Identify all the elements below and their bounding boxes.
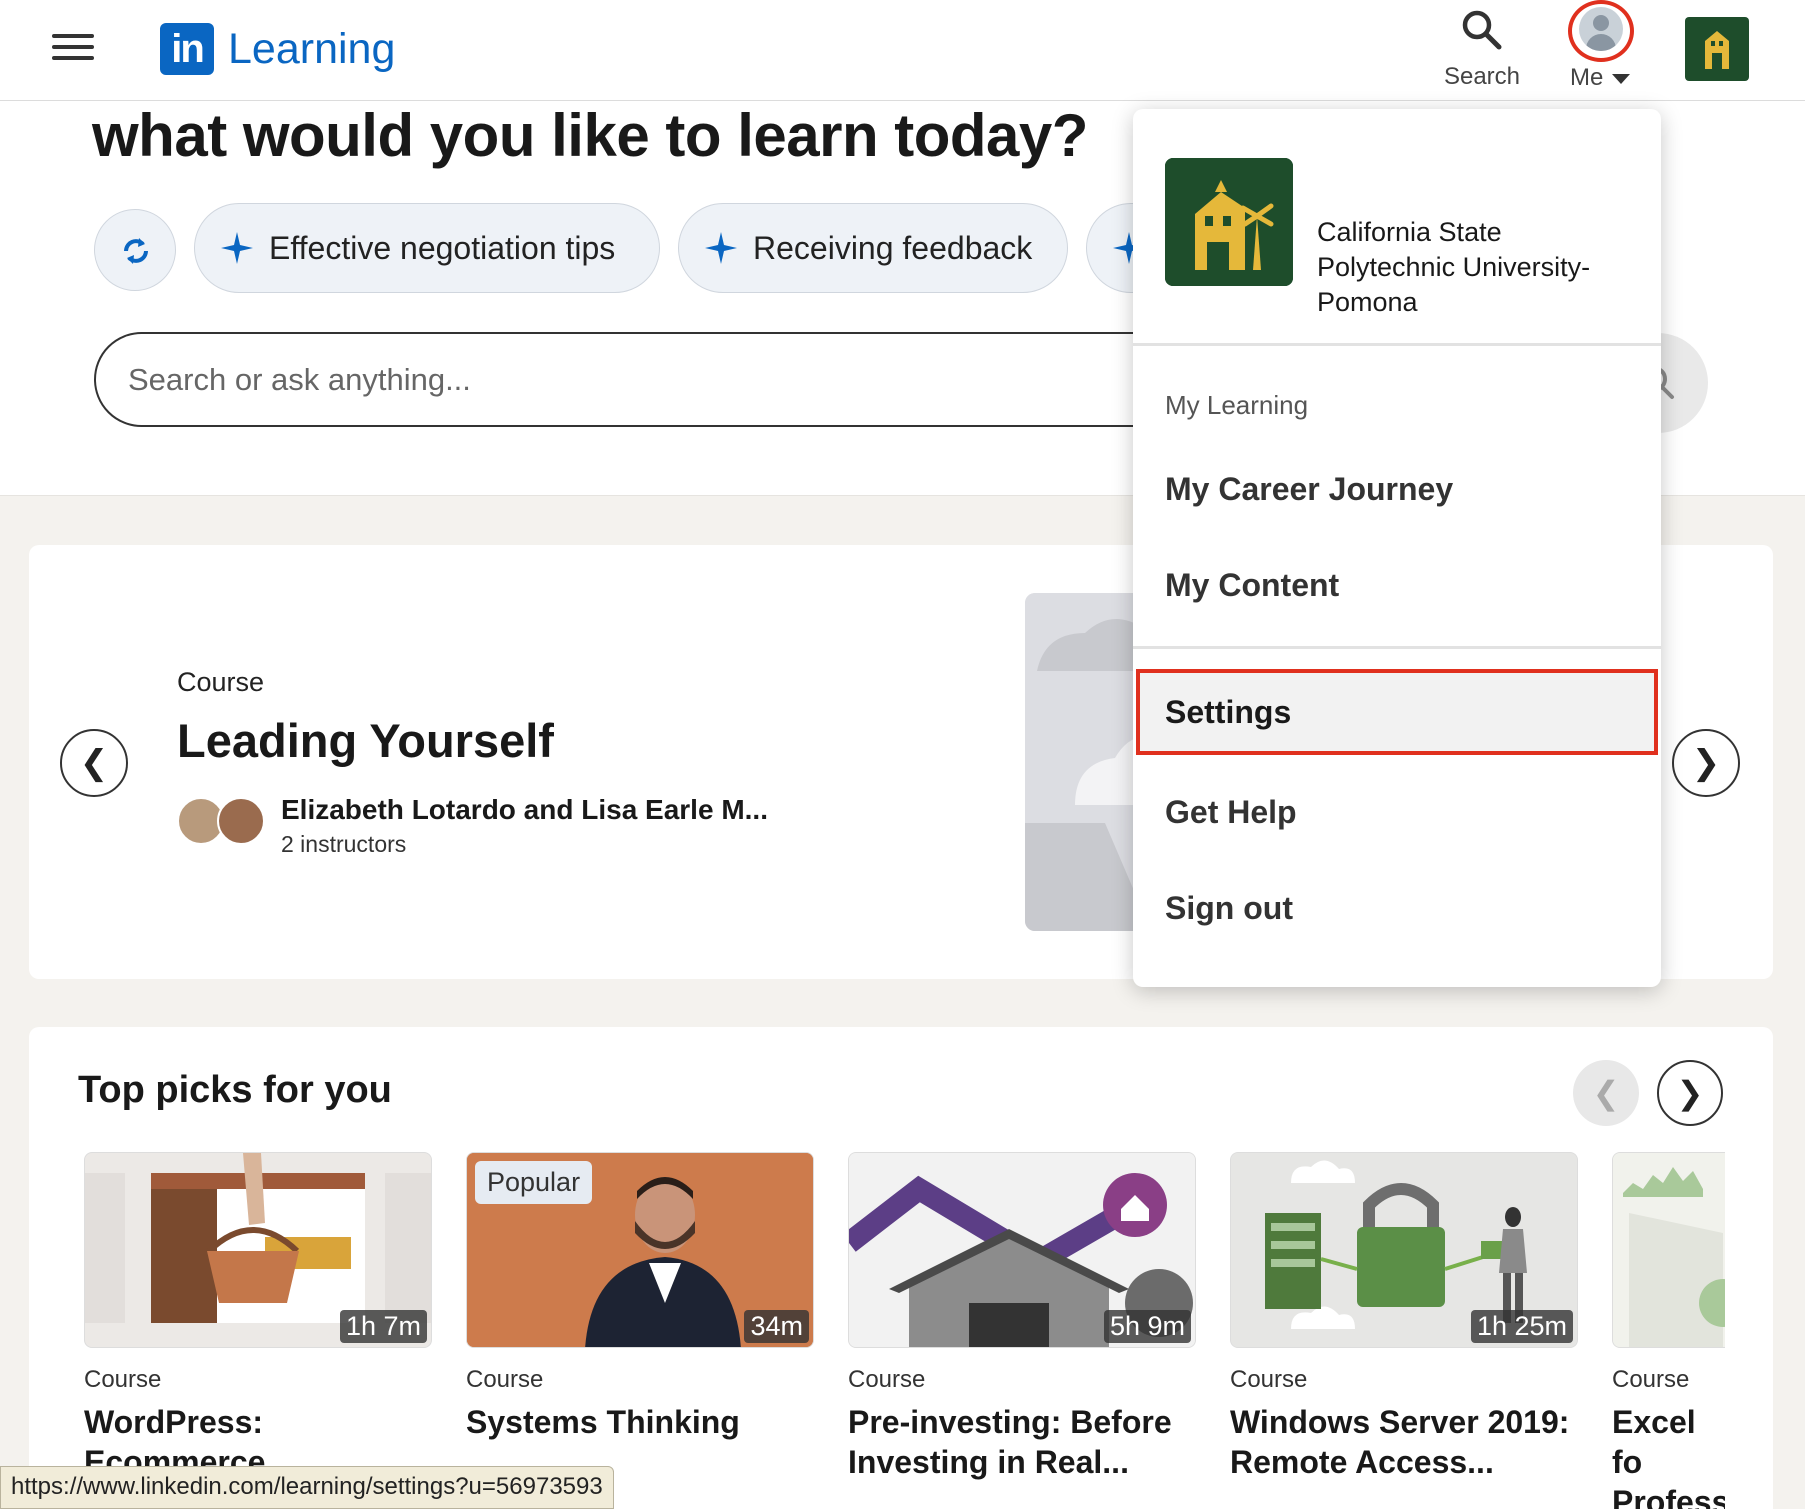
course-title[interactable]: Excel fo Profess [1612,1402,1732,1509]
chip-label: Receiving feedback [753,230,1033,266]
avatar [1579,7,1623,51]
picks-prev-button[interactable]: ❮ [1573,1060,1639,1126]
organization-logo [1165,158,1293,286]
university-seal-icon [1165,158,1293,286]
course-thumbnail [1612,1152,1732,1348]
sparkle-icon [221,232,253,264]
organization-name: California State Polytechnic University-… [1317,217,1591,317]
refresh-icon [124,238,148,264]
chip-label: Effective negotiation tips [269,230,616,266]
duration-badge: 34m [744,1310,809,1343]
search-label: Search [1443,63,1521,90]
page-title: what would you like to learn today? [92,102,1088,169]
content-type-label: Course [848,1366,926,1393]
logo-text: Learning [228,24,396,73]
refresh-suggestions-button[interactable] [94,209,176,291]
duration-badge: 1h 7m [339,1310,427,1343]
chevron-left-icon: ❮ [1592,1075,1620,1111]
instructor-names[interactable]: Elizabeth Lotardo and Lisa Earle M... [281,794,768,826]
menu-item-my-content[interactable]: My Content [1133,542,1661,628]
divider [1133,343,1661,346]
course-card-windows-server[interactable]: 1h 25m Course Windows Server 2019: Remot… [1230,1152,1578,1482]
course-thumbnail: 1h 25m [1230,1152,1578,1348]
hamburger-menu-icon[interactable] [52,34,94,62]
linkedin-logo-mark: in [160,23,214,75]
link-status-bar: https://www.linkedin.com/learning/settin… [0,1466,614,1509]
caret-down-icon [1612,74,1630,84]
content-type-label: Course [84,1366,162,1393]
course-title[interactable]: Pre-investing: Before Investing in Real.… [848,1402,1196,1482]
content-type-label: Course [1612,1366,1690,1393]
instructor-avatars [177,797,267,847]
course-thumbnail: 1h 7m [84,1152,432,1348]
content-type-label: Course [177,667,265,697]
linkedin-learning-logo[interactable]: in Learning [160,23,395,75]
suggestion-chip-negotiation[interactable]: Effective negotiation tips [194,203,660,293]
divider [1133,646,1661,649]
nav-search-button[interactable]: Search [1432,8,1532,91]
top-picks-section: Top picks for you ❮ ❯ 1h 7m Course WordP… [29,1027,1773,1509]
top-navigation-bar: in Learning Search Me [0,0,1805,101]
course-thumbnail: 5h 9m [848,1152,1196,1348]
menu-item-sign-out[interactable]: Sign out [1133,865,1661,951]
carousel-edge-mask [1725,1137,1773,1509]
search-icon [1462,10,1502,50]
sparkle-icon [705,232,737,264]
instructor-count: 2 instructors [281,831,407,857]
chevron-right-icon: ❯ [1691,744,1721,782]
me-label: Me [1570,64,1604,91]
featured-next-button[interactable]: ❯ [1672,729,1740,797]
chevron-left-icon: ❮ [79,744,109,782]
section-label: My Learning [1165,390,1309,420]
duration-badge: 5h 9m [1103,1310,1191,1343]
course-title[interactable]: Windows Server 2019: Remote Access... [1230,1402,1578,1482]
menu-item-career-journey[interactable]: My Career Journey [1133,446,1661,532]
course-card-wordpress[interactable]: 1h 7m Course WordPress: Ecommerce [84,1152,432,1482]
suggestion-chip-feedback[interactable]: Receiving feedback [678,203,1068,293]
menu-item-get-help[interactable]: Get Help [1133,769,1661,855]
course-title[interactable]: Systems Thinking [466,1402,814,1442]
popular-badge: Popular [475,1161,593,1204]
duration-badge: 1h 25m [1470,1310,1573,1343]
featured-prev-button[interactable]: ❮ [60,729,128,797]
content-type-label: Course [466,1366,544,1393]
picks-next-button[interactable]: ❯ [1657,1060,1723,1126]
section-title: Top picks for you [78,1069,392,1111]
university-tower-icon [1705,31,1729,69]
course-card-excel[interactable]: Course Excel fo Profess [1612,1152,1732,1509]
menu-item-settings[interactable]: Settings [1136,669,1658,755]
course-card-pre-investing[interactable]: 5h 9m Course Pre-investing: Before Inves… [848,1152,1196,1482]
course-thumbnail: Popular 34m [466,1152,814,1348]
organization-logo[interactable] [1685,17,1749,81]
me-dropdown-menu: California State Polytechnic University-… [1133,109,1661,987]
chevron-right-icon: ❯ [1676,1075,1704,1111]
spreadsheet-illustration [1613,1153,1732,1347]
course-card-systems-thinking[interactable]: Popular 34m Course Systems Thinking [466,1152,814,1442]
content-type-label: Course [1230,1366,1308,1393]
course-title[interactable]: Leading Yourself [177,713,554,768]
